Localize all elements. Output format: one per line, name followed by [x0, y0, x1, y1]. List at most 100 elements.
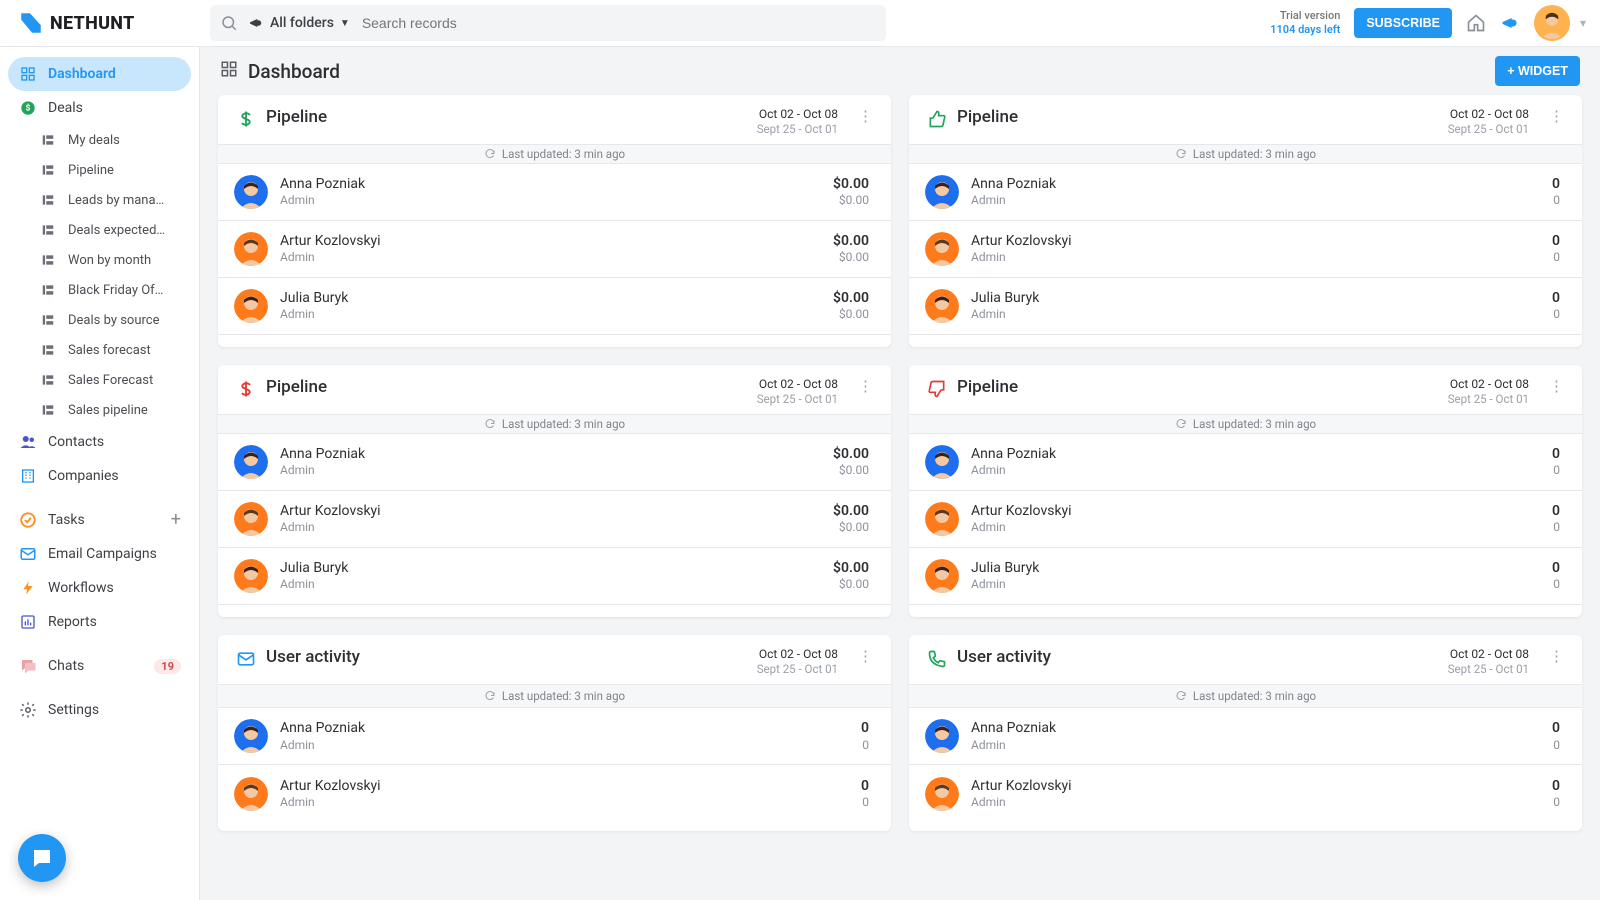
widget-date-range: Oct 02 - Oct 08Sept 25 - Oct 01 [1448, 377, 1529, 406]
table-row[interactable]: Anna PozniakAdmin00 [909, 164, 1582, 221]
widget-date-range: Oct 02 - Oct 08Sept 25 - Oct 01 [757, 377, 838, 406]
person-role: Admin [971, 577, 1540, 593]
sidebar-item-reports[interactable]: Reports [8, 605, 191, 639]
kebab-menu-icon[interactable]: ⋮ [1545, 107, 1568, 126]
search-input[interactable] [360, 14, 876, 32]
sidebar-item-salesforecast2[interactable]: Sales Forecast [8, 365, 191, 395]
brand-text: NETHUNT [50, 13, 135, 34]
kebab-menu-icon[interactable]: ⋮ [854, 107, 877, 126]
home-icon[interactable] [1466, 13, 1486, 33]
avatar [925, 289, 959, 323]
brand-icon [18, 10, 44, 36]
kebab-menu-icon[interactable]: ⋮ [1545, 647, 1568, 666]
table-row[interactable]: Julia BurykAdmin$0.00$0.00 [218, 548, 891, 605]
sidebar-item-blackfriday[interactable]: Black Friday Of… [8, 275, 191, 305]
sidebar-item-deals[interactable]: $Deals [8, 91, 191, 125]
table-row[interactable]: Karyna ManchenkoAdmin$0.00$0.00 [218, 605, 891, 617]
subscribe-button[interactable]: SUBSCRIBE [1354, 8, 1452, 38]
sidebar-item-label: Sales forecast [68, 343, 151, 358]
row-subvalue: $0.00 [833, 520, 869, 536]
table-row[interactable]: Artur KozlovskyiAdmin00 [909, 221, 1582, 278]
sidebar-item-won[interactable]: Won by month [8, 245, 191, 275]
sidebar-item-label: Leads by mana… [68, 193, 164, 208]
intercom-chat-button[interactable] [18, 834, 66, 882]
sidebar-item-dashboard[interactable]: Dashboard [8, 57, 191, 91]
avatar [925, 445, 959, 479]
sidebar-item-settings[interactable]: Settings [8, 693, 191, 727]
view-icon [38, 223, 58, 237]
sidebar-item-campaigns[interactable]: Email Campaigns [8, 537, 191, 571]
kebab-menu-icon[interactable]: ⋮ [1545, 377, 1568, 396]
sidebar-item-salesforecast1[interactable]: Sales forecast [8, 335, 191, 365]
sidebar-item-deals-exp[interactable]: Deals expected… [8, 215, 191, 245]
user-menu-caret[interactable]: ▾ [1580, 16, 1586, 30]
table-row[interactable]: Julia BurykAdmin00 [909, 548, 1582, 605]
refresh-icon [1175, 690, 1187, 702]
folder-selector[interactable]: All folders ▼ [248, 15, 350, 31]
table-row[interactable]: Anna PozniakAdmin$0.00$0.00 [218, 164, 891, 221]
widget-header: PipelineOct 02 - Oct 08Sept 25 - Oct 01⋮ [909, 95, 1582, 144]
widget-date-range: Oct 02 - Oct 08Sept 25 - Oct 01 [1448, 647, 1529, 676]
sidebar-item-pipeline[interactable]: Pipeline [8, 155, 191, 185]
table-row[interactable]: Anna PozniakAdmin$0.00$0.00 [218, 434, 891, 491]
sidebar-item-companies[interactable]: Companies [8, 459, 191, 493]
widget-rows: Anna PozniakAdmin00Artur KozlovskyiAdmin… [218, 708, 891, 822]
person-role: Admin [280, 738, 849, 754]
table-row[interactable]: Anna PozniakAdmin00 [218, 708, 891, 765]
sidebar-item-salespipeline[interactable]: Sales pipeline [8, 395, 191, 425]
row-subvalue: 0 [1552, 250, 1560, 266]
people-icon [18, 433, 38, 451]
avatar [925, 559, 959, 593]
user-avatar[interactable] [1534, 5, 1570, 41]
table-row[interactable]: Artur KozlovskyiAdmin00 [909, 765, 1582, 822]
person-name: Julia Buryk [280, 559, 821, 577]
sidebar-item-dealsbysource[interactable]: Deals by source [8, 305, 191, 335]
table-row[interactable]: Artur KozlovskyiAdmin$0.00$0.00 [218, 221, 891, 278]
plus-icon[interactable]: + [171, 511, 181, 529]
announce-icon[interactable] [1500, 13, 1520, 33]
sidebar-item-workflows[interactable]: Workflows [8, 571, 191, 605]
brand-logo[interactable]: NETHUNT [0, 10, 200, 36]
widget-rows: Anna PozniakAdmin00Artur KozlovskyiAdmin… [909, 434, 1582, 617]
widget-header: PipelineOct 02 - Oct 08Sept 25 - Oct 01⋮ [909, 365, 1582, 414]
table-row[interactable]: Artur KozlovskyiAdmin00 [909, 491, 1582, 548]
sidebar-item-label: Deals by source [68, 313, 159, 328]
table-row[interactable]: Artur KozlovskyiAdmin00 [218, 765, 891, 822]
sidebar-item-tasks[interactable]: Tasks+ [8, 503, 191, 537]
kebab-menu-icon[interactable]: ⋮ [854, 647, 877, 666]
gear-icon [18, 701, 38, 719]
table-row[interactable]: Karyna ManchenkoAdmin$0.00$0.00 [218, 335, 891, 347]
view-icon [38, 163, 58, 177]
row-subvalue: 0 [1552, 463, 1560, 479]
kebab-menu-icon[interactable]: ⋮ [854, 377, 877, 396]
table-row[interactable]: Karyna ManchenkoAdmin00 [909, 605, 1582, 617]
table-row[interactable]: Julia BurykAdmin00 [909, 278, 1582, 335]
table-row[interactable]: Anna PozniakAdmin00 [909, 434, 1582, 491]
view-icon [38, 253, 58, 267]
person-name: Julia Buryk [971, 289, 1540, 307]
sidebar-item-my-deals[interactable]: My deals [8, 125, 191, 155]
view-icon [38, 343, 58, 357]
row-subvalue: $0.00 [833, 577, 869, 593]
search-bar[interactable]: All folders ▼ [210, 5, 886, 41]
widget-rows: Anna PozniakAdmin$0.00$0.00Artur Kozlovs… [218, 434, 891, 617]
sidebar-item-label: Reports [48, 614, 97, 630]
sidebar-item-label: Deals expected… [68, 223, 165, 238]
row-subvalue: 0 [1552, 307, 1560, 323]
table-row[interactable]: Julia BurykAdmin$0.00$0.00 [218, 278, 891, 335]
view-icon [38, 403, 58, 417]
row-subvalue: 0 [1552, 193, 1560, 209]
refresh-icon [484, 690, 496, 702]
person-name: Artur Kozlovskyi [280, 502, 821, 520]
table-row[interactable]: Anna PozniakAdmin00 [909, 708, 1582, 765]
sidebar-item-leads[interactable]: Leads by mana… [8, 185, 191, 215]
sidebar-item-contacts[interactable]: Contacts [8, 425, 191, 459]
add-widget-button[interactable]: + WIDGET [1495, 56, 1580, 86]
row-value: $0.00 [833, 445, 869, 463]
mail-icon [18, 545, 38, 563]
sidebar-item-label: Email Campaigns [48, 546, 157, 562]
table-row[interactable]: Karyna ManchenkoAdmin00 [909, 335, 1582, 347]
widget-title: User activity [266, 647, 747, 667]
sidebar-item-chats[interactable]: Chats19 [8, 649, 191, 683]
table-row[interactable]: Artur KozlovskyiAdmin$0.00$0.00 [218, 491, 891, 548]
